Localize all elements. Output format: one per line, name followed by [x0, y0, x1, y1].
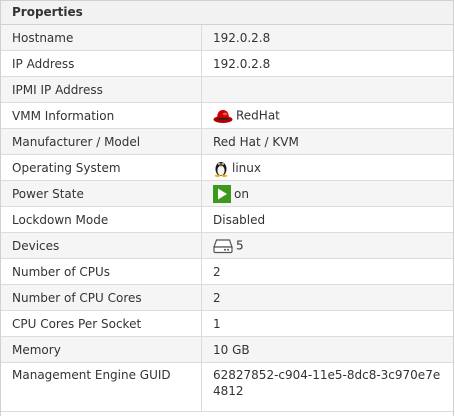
row-number-of-cpu-cores: Number of CPU Cores 2 [1, 284, 453, 311]
property-value: 1 [201, 310, 453, 337]
property-value-cell: RedHat [201, 102, 453, 129]
property-label: Power State [1, 180, 202, 207]
property-label: Operating System [1, 154, 202, 181]
redhat-icon [213, 108, 233, 124]
property-label: Management Engine GUID [1, 362, 202, 412]
property-label: CPU Cores Per Socket [1, 310, 202, 337]
property-value: on [234, 186, 249, 201]
property-value: Red Hat / KVM [201, 128, 453, 155]
property-value: Disabled [201, 206, 453, 233]
property-value: 2 [201, 284, 453, 311]
property-label: Number of CPU Cores [1, 284, 202, 311]
properties-panel: Properties Hostname 192.0.2.8 IP Address… [0, 0, 454, 416]
property-value [201, 76, 453, 103]
row-devices: Devices 5 [1, 232, 453, 259]
linux-tux-icon [213, 159, 229, 177]
panel-title: Properties [1, 1, 453, 25]
row-power-state: Power State on [1, 180, 453, 207]
property-value-cell: on [201, 180, 453, 207]
row-vmm-information: VMM Information RedHat [1, 102, 453, 129]
property-value: 62827852-c904-11e5-8dc8-3c970e7e4812 [201, 362, 453, 412]
property-value: 192.0.2.8 [201, 50, 453, 77]
property-value: 2 [201, 258, 453, 285]
row-hostname: Hostname 192.0.2.8 [1, 25, 453, 51]
row-memory: Memory 10 GB [1, 336, 453, 363]
power-on-icon [213, 184, 231, 203]
property-value: 5 [236, 238, 244, 253]
row-ip-address: IP Address 192.0.2.8 [1, 50, 453, 77]
property-label: Devices [1, 232, 202, 259]
property-label: IP Address [1, 50, 202, 77]
properties-table: Hostname 192.0.2.8 IP Address 192.0.2.8 … [1, 25, 453, 412]
storage-device-icon [213, 238, 233, 254]
property-label: Hostname [1, 25, 202, 51]
property-value: RedHat [236, 108, 280, 123]
property-label: IPMI IP Address [1, 76, 202, 103]
property-label: Memory [1, 336, 202, 363]
row-number-of-cpus: Number of CPUs 2 [1, 258, 453, 285]
property-label: Lockdown Mode [1, 206, 202, 233]
property-value: 192.0.2.8 [201, 25, 453, 51]
property-value: 10 GB [201, 336, 453, 363]
row-ipmi-ip-address: IPMI IP Address [1, 76, 453, 103]
property-label: Manufacturer / Model [1, 128, 202, 155]
property-value-cell: linux [201, 154, 453, 181]
row-management-engine-guid: Management Engine GUID 62827852-c904-11e… [1, 362, 453, 412]
row-lockdown-mode: Lockdown Mode Disabled [1, 206, 453, 233]
row-operating-system: Operating System linux [1, 154, 453, 181]
property-value-cell: 5 [201, 232, 453, 259]
property-label: Number of CPUs [1, 258, 202, 285]
row-manufacturer-model: Manufacturer / Model Red Hat / KVM [1, 128, 453, 155]
row-cpu-cores-per-socket: CPU Cores Per Socket 1 [1, 310, 453, 337]
property-label: VMM Information [1, 102, 202, 129]
property-value: linux [232, 160, 261, 175]
